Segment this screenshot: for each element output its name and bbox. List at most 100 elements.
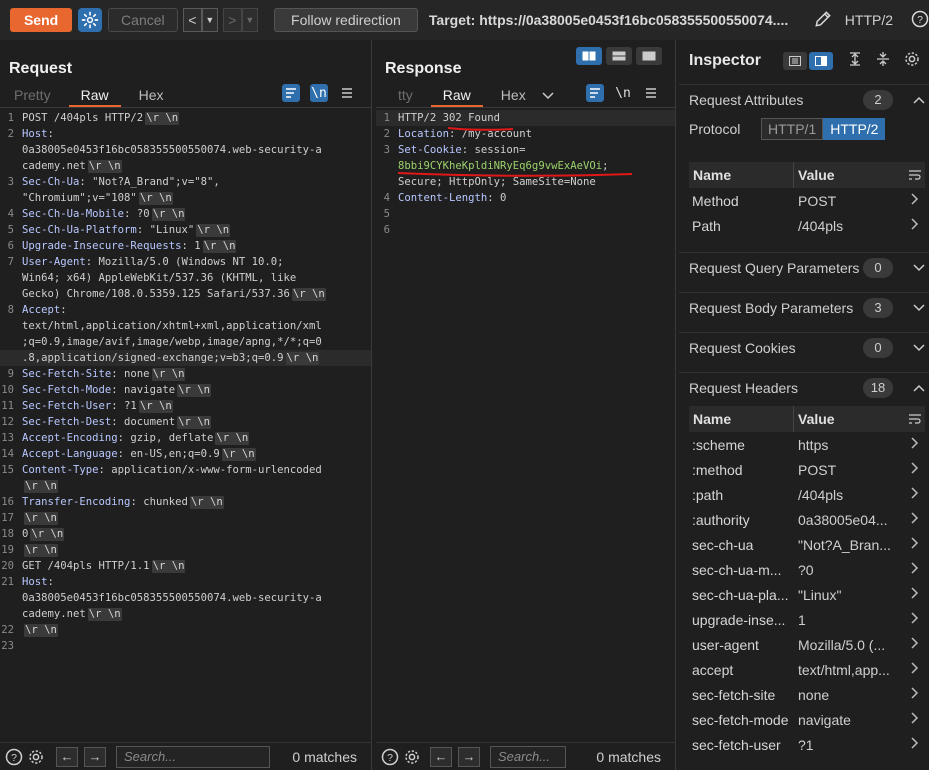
table-row[interactable]: :method POST bbox=[689, 457, 925, 482]
editor-line[interactable]: cademy.net \r \n bbox=[0, 606, 371, 622]
chevron-right-icon[interactable] bbox=[905, 587, 925, 602]
editor-line[interactable]: text/html,application/xhtml+xml,applicat… bbox=[0, 318, 371, 334]
table-row[interactable]: sec-fetch-user ?1 bbox=[689, 732, 925, 757]
tab-hex[interactable]: Hex bbox=[127, 85, 176, 107]
editor-line[interactable]: 11 Sec-Fetch-User: ?1 \r \n bbox=[0, 398, 371, 414]
editor-line[interactable]: .8,application/signed-exchange;v=b3;q=0.… bbox=[0, 350, 371, 366]
editor-line[interactable]: 10 Sec-Fetch-Mode: navigate \r \n bbox=[0, 382, 371, 398]
editor-line[interactable]: 1 POST /404pls HTTP/2 \r \n bbox=[0, 110, 371, 126]
request-attributes-header[interactable]: Request Attributes 2 bbox=[679, 84, 929, 114]
chevron-right-icon[interactable] bbox=[905, 737, 925, 752]
chevron-right-icon[interactable] bbox=[905, 612, 925, 627]
chevron-right-icon[interactable] bbox=[905, 487, 925, 502]
chevron-right-icon[interactable] bbox=[905, 537, 925, 552]
editor-line[interactable]: ;q=0.9,image/avif,image/webp,image/apng,… bbox=[0, 334, 371, 350]
editor-line[interactable]: 5 Sec-Ch-Ua-Platform: "Linux" \r \n bbox=[0, 222, 371, 238]
editor-line[interactable]: 3 Sec-Ch-Ua: "Not?A_Brand";v="8", bbox=[0, 174, 371, 190]
chevron-right-icon[interactable] bbox=[905, 462, 925, 477]
layout-list-icon[interactable] bbox=[783, 51, 807, 70]
editor-line[interactable]: 17 \r \n bbox=[0, 510, 371, 526]
table-row[interactable]: sec-ch-ua "Not?A_Bran... bbox=[689, 532, 925, 557]
editor-line[interactable]: 16 Transfer-Encoding: chunked \r \n bbox=[0, 494, 371, 510]
table-row[interactable]: sec-ch-ua-pla... "Linux" bbox=[689, 582, 925, 607]
cookies-header[interactable]: Request Cookies 0 bbox=[679, 332, 929, 362]
table-row[interactable]: sec-ch-ua-m... ?0 bbox=[689, 557, 925, 582]
column-name[interactable]: Name bbox=[689, 406, 794, 432]
chevron-down-icon[interactable] bbox=[913, 341, 925, 355]
editor-line[interactable]: 20 GET /404pls HTTP/1.1 \r \n bbox=[0, 558, 371, 574]
expand-all-icon[interactable] bbox=[847, 51, 863, 70]
table-row[interactable]: :path/404pls bbox=[689, 482, 925, 507]
chevron-right-icon[interactable] bbox=[905, 637, 925, 652]
chevron-up-icon[interactable] bbox=[913, 93, 925, 107]
follow-redirection-button[interactable]: Follow redirection bbox=[273, 8, 418, 32]
request-editor[interactable]: 1 POST /404pls HTTP/2 \r \n 2 Host: 0a38005e0… bbox=[0, 110, 371, 742]
editor-line[interactable]: 14 Accept-Language: en-US,en;q=0.9 \r \n bbox=[0, 446, 371, 462]
editor-line[interactable]: "Chromium";v="108" \r \n bbox=[0, 190, 371, 206]
editor-line[interactable]: 21 Host: bbox=[0, 574, 371, 590]
editor-line[interactable]: 6 bbox=[376, 222, 675, 238]
layout-panel-icon[interactable] bbox=[809, 51, 833, 70]
query-params-header[interactable]: Request Query Parameters 0 bbox=[679, 252, 929, 282]
forward-history-dropdown[interactable]: ▼ bbox=[241, 8, 258, 32]
table-row[interactable]: Path/404pls bbox=[689, 213, 925, 238]
editor-line[interactable]: 23 bbox=[0, 638, 371, 654]
editor-line[interactable]: 5 bbox=[376, 206, 675, 222]
search-previous-button[interactable]: ← bbox=[56, 746, 78, 767]
chevron-up-icon[interactable] bbox=[913, 381, 925, 395]
help-icon[interactable]: ? bbox=[911, 10, 929, 31]
table-row[interactable]: Method POST bbox=[689, 188, 925, 213]
send-button[interactable]: Send bbox=[10, 8, 73, 32]
table-row[interactable]: sec-fetch-site none bbox=[689, 682, 925, 707]
editor-line[interactable]: 9 Sec-Fetch-Site: none \r \n bbox=[0, 366, 371, 382]
editor-line[interactable]: 8 Accept: bbox=[0, 302, 371, 318]
collapse-all-icon[interactable] bbox=[875, 51, 891, 70]
search-input[interactable]: Search... bbox=[490, 745, 566, 768]
chevron-right-icon[interactable] bbox=[905, 562, 925, 577]
tab-pretty[interactable]: Pretty bbox=[2, 85, 63, 107]
pretty-print-icon[interactable] bbox=[282, 84, 300, 102]
protocol-option-http2[interactable]: HTTP/2 bbox=[823, 118, 886, 140]
editor-line[interactable]: 4 Sec-Ch-Ua-Mobile: ?0 \r \n bbox=[0, 206, 371, 222]
column-value[interactable]: Value bbox=[794, 167, 905, 183]
search-next-button[interactable]: → bbox=[84, 746, 106, 767]
help-icon[interactable]: ? bbox=[380, 747, 400, 767]
gear-icon[interactable] bbox=[78, 8, 102, 32]
editor-line[interactable]: 7 User-Agent: Mozilla/5.0 (Windows NT 10.… bbox=[0, 254, 371, 270]
chevron-right-icon[interactable] bbox=[905, 687, 925, 702]
editor-line[interactable]: 12 Sec-Fetch-Dest: document \r \n bbox=[0, 414, 371, 430]
headers-header[interactable]: Request Headers 18 bbox=[679, 372, 929, 402]
chevron-right-icon[interactable] bbox=[905, 218, 925, 233]
editor-line[interactable]: 19 \r \n bbox=[0, 542, 371, 558]
search-previous-button[interactable]: ← bbox=[430, 746, 452, 767]
tab-raw[interactable]: Raw bbox=[68, 85, 121, 107]
chevron-down-icon[interactable] bbox=[913, 261, 925, 275]
table-row[interactable]: accept text/html,app... bbox=[689, 657, 925, 682]
chevron-down-icon[interactable] bbox=[913, 301, 925, 315]
back-history-dropdown[interactable]: ▼ bbox=[201, 8, 218, 32]
editor-line[interactable]: 0a38005e0453f16bc058355500550074.web-sec… bbox=[0, 142, 371, 158]
table-row[interactable]: :authority 0a38005e04... bbox=[689, 507, 925, 532]
editor-line[interactable]: 18 0 \r \n bbox=[0, 526, 371, 542]
gear-icon[interactable] bbox=[26, 747, 46, 767]
wrap-icon[interactable] bbox=[905, 413, 925, 425]
chevron-right-icon[interactable] bbox=[905, 712, 925, 727]
chevron-right-icon[interactable] bbox=[905, 662, 925, 677]
table-row[interactable]: sec-fetch-mode navigate bbox=[689, 707, 925, 732]
pencil-icon[interactable] bbox=[813, 9, 833, 32]
editor-line[interactable]: 15 Content-Type: application/x-www-form-u… bbox=[0, 462, 371, 478]
editor-line[interactable]: 2 Host: bbox=[0, 126, 371, 142]
menu-icon[interactable] bbox=[338, 84, 356, 102]
column-name[interactable]: Name bbox=[689, 162, 794, 188]
back-button[interactable]: < bbox=[182, 8, 202, 32]
newline-toggle-icon[interactable]: \n bbox=[310, 84, 328, 102]
editor-line[interactable]: 0a38005e0453f16bc058355500550074.web-sec… bbox=[0, 590, 371, 606]
editor-line[interactable]: \r \n bbox=[0, 478, 371, 494]
search-next-button[interactable]: → bbox=[458, 746, 480, 767]
protocol-option-http1[interactable]: HTTP/1 bbox=[761, 118, 824, 140]
table-row[interactable]: upgrade-inse... 1 bbox=[689, 607, 925, 632]
protocol-label[interactable]: HTTP/2 bbox=[845, 12, 893, 28]
chevron-right-icon[interactable] bbox=[905, 437, 925, 452]
target-url[interactable]: Target: https://0a38005e0453f16bc0583555… bbox=[429, 12, 799, 28]
table-row[interactable]: :scheme https bbox=[689, 432, 925, 457]
